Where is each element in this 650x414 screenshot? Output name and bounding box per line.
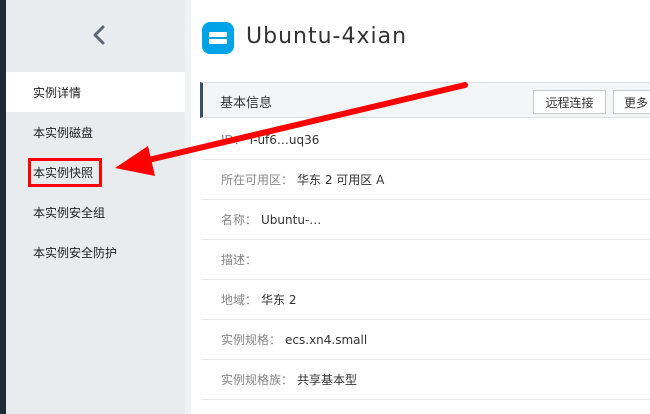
info-row-id: ID： i-uf6…uq36 (201, 120, 650, 160)
sidebar-item-label: 实例详情 (33, 85, 82, 100)
server-icon (209, 32, 227, 44)
info-value: 华东 2 可用区 A (297, 173, 385, 187)
info-label: ID： (221, 133, 246, 147)
more-dropdown-button[interactable]: 更多 (613, 90, 650, 114)
page-header: Ubuntu-4xian (196, 0, 650, 75)
back-button[interactable] (86, 22, 112, 48)
info-row-region: 地域： 华东 2 (201, 280, 650, 320)
sidebar-item-label: 本实例快照 (28, 157, 103, 187)
info-label: 描述： (221, 253, 258, 267)
basic-info-header: 基本信息 远程连接 更多 (200, 82, 650, 118)
sidebar-item-label: 本实例安全组 (33, 205, 106, 220)
info-row-spec: 实例规格： ecs.xn4.small (201, 320, 650, 360)
instance-icon (202, 22, 234, 54)
info-label: 实例规格族： (221, 373, 294, 387)
chevron-left-icon (93, 25, 105, 45)
info-row-spec-family: 实例规格族： 共享基本型 (201, 360, 650, 400)
panel-divider (185, 0, 191, 414)
info-row-description: 描述： (201, 240, 650, 280)
sidebar-item-disks[interactable]: 本实例磁盘 (6, 112, 185, 152)
sidebar-item-label: 本实例磁盘 (33, 125, 94, 140)
info-value: ecs.xn4.small (285, 332, 368, 347)
sidebar-item-instance-details[interactable]: 实例详情 (6, 72, 185, 112)
info-value: i-uf6…uq36 (249, 132, 320, 147)
info-label: 实例规格： (221, 333, 282, 347)
page-title: Ubuntu-4xian (246, 24, 408, 49)
info-value: Ubuntu-… (261, 212, 322, 227)
info-value: 华东 2 (261, 293, 297, 307)
sidebar-item-security-protection[interactable]: 本实例安全防护 (6, 232, 185, 272)
more-label: 更多 (624, 95, 649, 110)
info-label: 所在可用区： (221, 173, 294, 187)
remote-connect-button[interactable]: 远程连接 (533, 90, 606, 114)
info-value: 共享基本型 (297, 373, 358, 387)
section-title: 基本信息 (220, 96, 273, 111)
sidebar-item-snapshots[interactable]: 本实例快照 (6, 152, 185, 192)
info-label: 名称： (221, 213, 258, 227)
sidebar: 实例详情 本实例磁盘 本实例快照 本实例安全组 本实例安全防护 (6, 0, 185, 414)
sidebar-item-security-group[interactable]: 本实例安全组 (6, 192, 185, 232)
info-row-name: 名称： Ubuntu-… (201, 200, 650, 240)
info-label: 地域： (221, 293, 258, 307)
sidebar-item-label: 本实例安全防护 (33, 245, 118, 260)
info-row-zone: 所在可用区： 华东 2 可用区 A (201, 160, 650, 200)
